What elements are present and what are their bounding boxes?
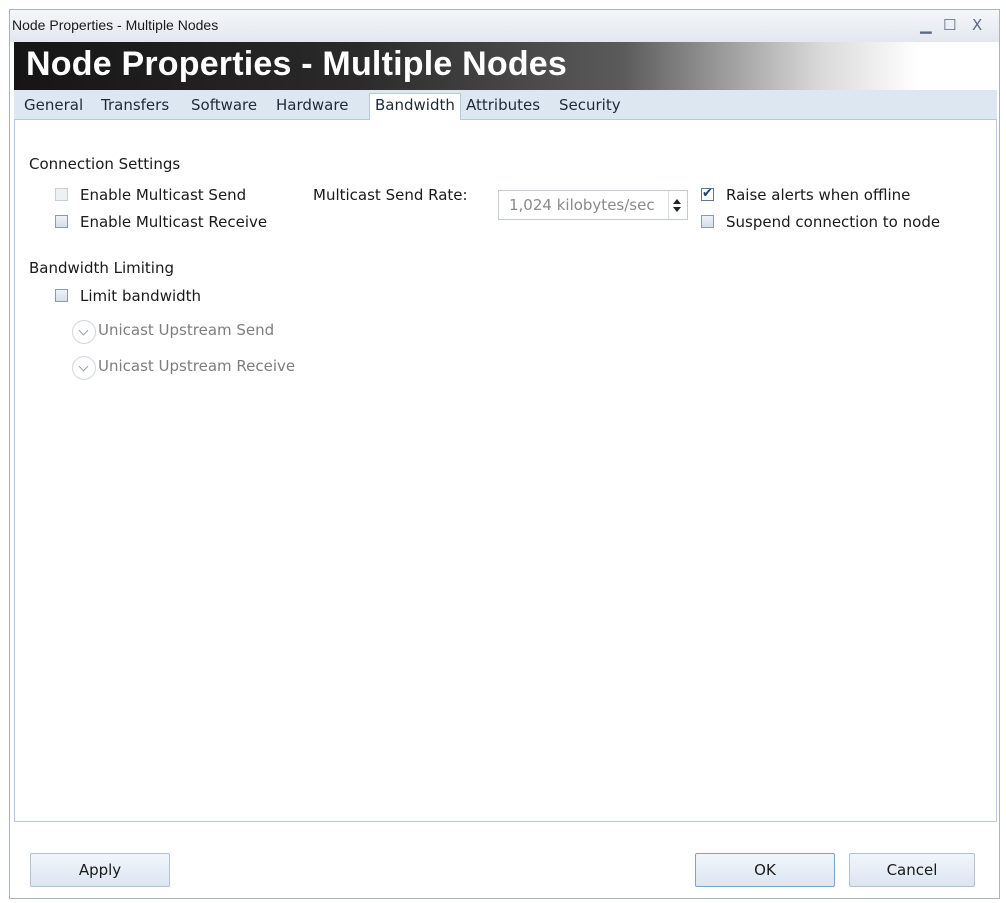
- banner-heading: Node Properties - Multiple Nodes: [26, 45, 568, 83]
- suspend-connection-checkbox[interactable]: [701, 215, 714, 228]
- tab-security[interactable]: Security: [559, 94, 621, 120]
- maximize-icon[interactable]: ☐: [943, 16, 956, 34]
- minimize-icon[interactable]: ▁: [920, 16, 932, 34]
- upstream-send-expander[interactable]: [72, 320, 96, 344]
- tab-software[interactable]: Software: [191, 94, 257, 120]
- tab-strip: General Transfers Software Hardware Band…: [14, 90, 997, 121]
- raise-alerts-checkbox[interactable]: ✔: [701, 186, 714, 201]
- multicast-receive-label: Enable Multicast Receive: [80, 213, 268, 231]
- bandwidth-limiting-heading: Bandwidth Limiting: [29, 259, 175, 277]
- tab-transfers[interactable]: Transfers: [101, 94, 169, 120]
- spin-up-icon[interactable]: [673, 199, 681, 204]
- multicast-send-label: Enable Multicast Send: [80, 186, 247, 204]
- upstream-receive-label: Unicast Upstream Receive: [98, 357, 296, 375]
- multicast-send-rate-label: Multicast Send Rate:: [313, 186, 468, 204]
- upstream-receive-expander[interactable]: [72, 356, 96, 380]
- tab-bandwidth[interactable]: Bandwidth: [369, 93, 461, 121]
- node-properties-window: Node Properties - Multiple Nodes ▁ ☐ X N…: [9, 9, 1000, 899]
- multicast-send-rate-value: 1,024 kilobytes/sec: [509, 196, 655, 214]
- limit-bandwidth-label: Limit bandwidth: [80, 287, 202, 305]
- checkmark-icon: ✔: [702, 186, 713, 201]
- chevron-down-icon: [78, 361, 89, 372]
- connection-settings-heading: Connection Settings: [29, 155, 181, 173]
- chevron-down-icon: [78, 325, 89, 336]
- tab-general[interactable]: General: [24, 94, 83, 120]
- raise-alerts-label: Raise alerts when offline: [726, 186, 911, 204]
- upstream-send-label: Unicast Upstream Send: [98, 321, 275, 339]
- ok-button[interactable]: OK: [695, 853, 835, 887]
- tab-hardware[interactable]: Hardware: [276, 94, 348, 120]
- title-bar[interactable]: Node Properties - Multiple Nodes ▁ ☐ X: [10, 10, 999, 42]
- tab-attributes[interactable]: Attributes: [466, 94, 540, 120]
- window-title: Node Properties - Multiple Nodes: [12, 17, 219, 33]
- apply-button[interactable]: Apply: [30, 853, 170, 887]
- close-icon[interactable]: X: [972, 16, 982, 34]
- limit-bandwidth-checkbox[interactable]: [55, 289, 68, 302]
- multicast-send-rate-spinner[interactable]: 1,024 kilobytes/sec: [498, 190, 688, 220]
- spin-down-icon[interactable]: [673, 207, 681, 212]
- multicast-receive-checkbox[interactable]: [55, 215, 68, 228]
- cancel-button[interactable]: Cancel: [849, 853, 975, 887]
- multicast-send-checkbox[interactable]: [55, 188, 68, 201]
- header-banner: Node Properties - Multiple Nodes: [14, 42, 997, 90]
- spinner-arrows[interactable]: [668, 191, 687, 219]
- suspend-connection-label: Suspend connection to node: [726, 213, 941, 231]
